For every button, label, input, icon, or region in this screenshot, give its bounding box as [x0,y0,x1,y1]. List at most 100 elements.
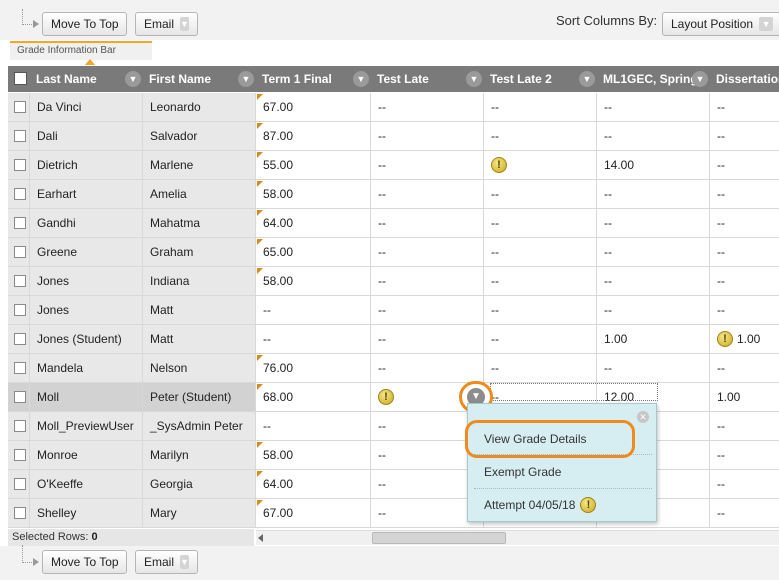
cell-test-late2[interactable]: -- [484,209,597,238]
row-select-cell[interactable] [8,180,30,209]
column-menu-icon[interactable]: ▼ [579,71,595,87]
cell-diss[interactable]: ! 1.00 [710,325,779,354]
move-to-top-button-bottom[interactable]: Move To Top [42,550,127,574]
cell-term1[interactable]: 58.00 [256,441,371,470]
cell-diss[interactable]: -- [710,354,779,383]
cell-test-late2[interactable]: -- [484,296,597,325]
row-select-cell[interactable] [8,93,30,122]
col-term1-final[interactable]: Term 1 Final ▼ [256,66,371,92]
row-checkbox[interactable] [14,275,26,287]
cell-test-late[interactable]: -- [371,93,484,122]
cell-term1[interactable]: 55.00 [256,151,371,180]
column-menu-icon[interactable]: ▼ [353,71,369,87]
cell-diss[interactable]: -- [710,93,779,122]
cell-diss[interactable]: -- [710,180,779,209]
cell-test-late[interactable]: -- [371,180,484,209]
cell-test-late[interactable]: -- [371,325,484,354]
column-menu-icon[interactable]: ▼ [692,71,708,87]
row-checkbox[interactable] [14,246,26,258]
row-checkbox[interactable] [14,362,26,374]
cell-ml1gec[interactable]: -- [597,93,710,122]
row-select-cell[interactable] [8,238,30,267]
scroll-left-icon[interactable] [258,534,263,542]
sort-columns-select[interactable]: Layout Position ▼ [662,12,779,36]
row-checkbox[interactable] [14,159,26,171]
cell-test-late[interactable]: -- [371,122,484,151]
menu-item-attempt[interactable]: Attempt 04/05/18 ! [484,497,597,513]
cell-test-late2[interactable]: ! [484,151,597,180]
cell-diss[interactable]: -- [710,412,779,441]
cell-ml1gec[interactable]: -- [597,354,710,383]
col-dissertation[interactable]: Dissertation [710,66,779,92]
row-select-cell[interactable] [8,267,30,296]
row-select-cell[interactable] [8,296,30,325]
cell-diss[interactable]: -- [710,470,779,499]
cell-ml1gec[interactable]: 1.00 [597,325,710,354]
menu-item-exempt-grade[interactable]: Exempt Grade [484,465,561,479]
cell-term1[interactable]: 67.00 [256,499,371,528]
select-all-checkbox[interactable] [14,72,27,85]
row-checkbox[interactable] [14,333,26,345]
cell-diss[interactable]: -- [710,296,779,325]
cell-ml1gec[interactable]: -- [597,180,710,209]
cell-test-late[interactable]: -- [371,209,484,238]
cell-test-late2[interactable]: -- [484,180,597,209]
grade-information-bar[interactable]: Grade Information Bar [10,41,152,60]
cell-test-late[interactable]: -- [371,267,484,296]
cell-ml1gec[interactable]: -- [597,267,710,296]
col-last-name[interactable]: Last Name ▼ [30,66,143,92]
select-all-cell[interactable] [8,66,30,92]
cell-diss[interactable]: -- [710,122,779,151]
cell-test-late2[interactable]: -- [484,267,597,296]
cell-term1[interactable]: 65.00 [256,238,371,267]
cell-test-late2[interactable]: -- [484,93,597,122]
cell-ml1gec[interactable]: -- [597,122,710,151]
row-checkbox[interactable] [14,449,26,461]
cell-term1[interactable]: -- [256,296,371,325]
row-checkbox[interactable] [14,304,26,316]
row-select-cell[interactable] [8,412,30,441]
cell-term1[interactable]: 58.00 [256,267,371,296]
cell-term1[interactable]: 58.00 [256,180,371,209]
cell-term1[interactable]: 67.00 [256,93,371,122]
close-icon[interactable]: ✕ [637,411,649,423]
column-menu-icon[interactable]: ▼ [238,71,254,87]
row-checkbox[interactable] [14,507,26,519]
cell-diss[interactable]: -- [710,209,779,238]
row-checkbox[interactable] [14,478,26,490]
cell-test-late2[interactable]: -- [484,354,597,383]
cell-ml1gec[interactable]: 14.00 [597,151,710,180]
email-button-bottom[interactable]: Email ▼ [135,550,198,574]
row-checkbox[interactable] [14,391,26,403]
row-select-cell[interactable] [8,383,30,412]
row-select-cell[interactable] [8,151,30,180]
row-select-cell[interactable] [8,209,30,238]
cell-ml1gec[interactable]: -- [597,296,710,325]
cell-term1[interactable]: 64.00 [256,470,371,499]
row-checkbox[interactable] [14,101,26,113]
cell-diss[interactable]: -- [710,238,779,267]
cell-term1[interactable]: 64.00 [256,209,371,238]
cell-term1[interactable]: 87.00 [256,122,371,151]
cell-test-late[interactable]: -- [371,296,484,325]
row-select-cell[interactable] [8,325,30,354]
col-test-late-2[interactable]: Test Late 2 ▼ [484,66,597,92]
scrollbar-thumb[interactable] [372,532,506,544]
cell-diss[interactable]: -- [710,441,779,470]
col-test-late[interactable]: Test Late ▼ [371,66,484,92]
horizontal-scrollbar[interactable] [256,530,779,545]
row-select-cell[interactable] [8,470,30,499]
cell-diss[interactable]: -- [710,499,779,528]
cell-term1[interactable]: 76.00 [256,354,371,383]
email-button[interactable]: Email ▼ [135,12,198,36]
cell-test-late[interactable]: -- [371,354,484,383]
row-select-cell[interactable] [8,499,30,528]
cell-test-late2[interactable]: -- [484,325,597,354]
cell-ml1gec[interactable]: -- [597,209,710,238]
col-first-name[interactable]: First Name ▼ [143,66,256,92]
cell-test-late2[interactable]: -- [484,122,597,151]
row-checkbox[interactable] [14,420,26,432]
row-select-cell[interactable] [8,354,30,383]
row-checkbox[interactable] [14,217,26,229]
cell-term1[interactable]: 68.00 [256,383,371,412]
